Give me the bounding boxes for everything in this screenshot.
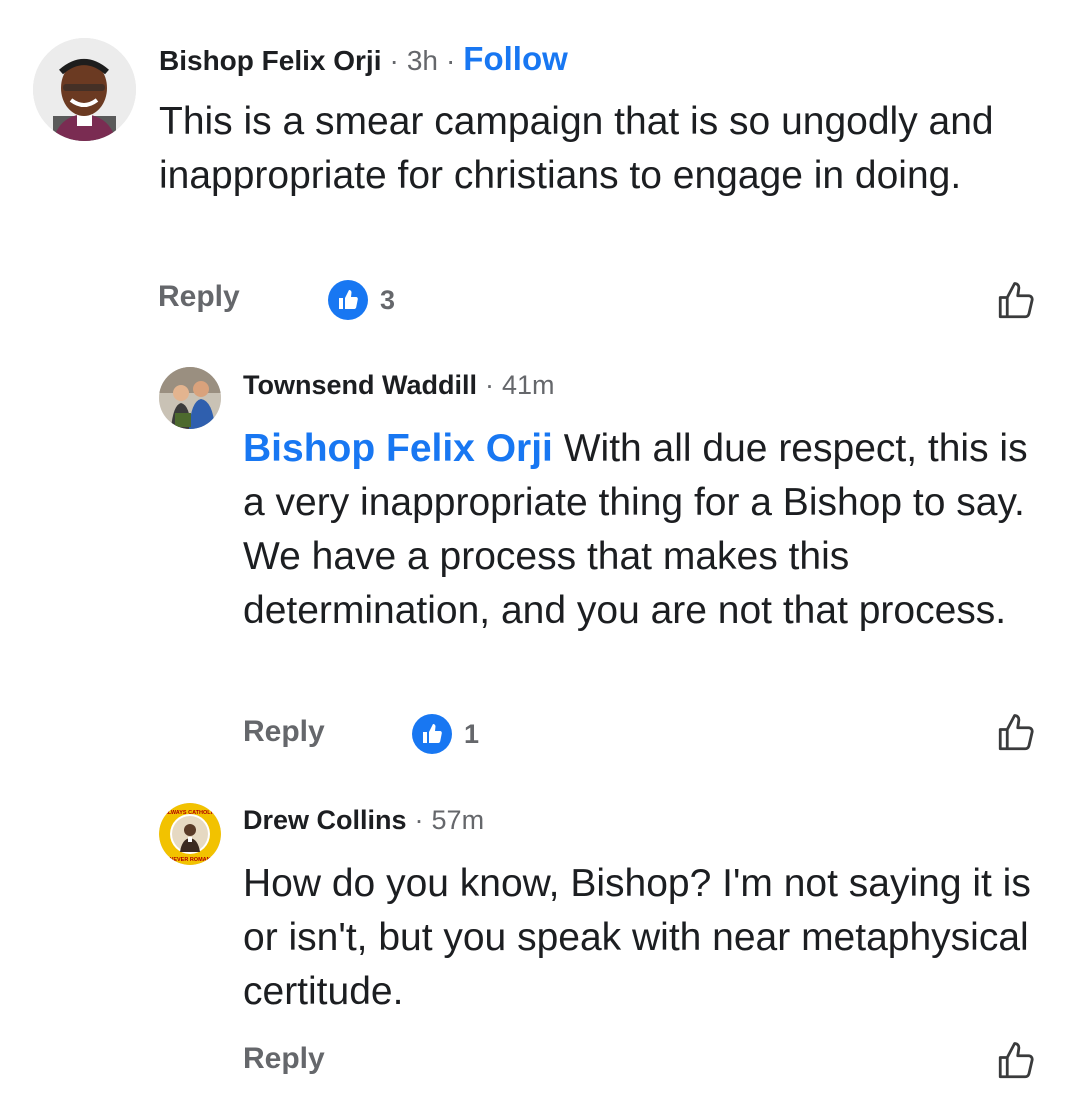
reply-button[interactable]: Reply [243,715,325,749]
reply-comment: ALWAYS CATHOLIC NEVER ROMAN Drew Collins… [0,795,1080,1095]
thumbs-up-outline-icon [998,714,1034,751]
like-button[interactable] [995,712,1037,754]
avatar[interactable] [33,38,136,141]
timestamp[interactable]: 41m [502,370,555,401]
like-count: 3 [380,284,396,315]
thumbs-up-outline-icon [998,282,1034,319]
like-button[interactable] [995,280,1037,322]
comment-text: This is a smear campaign that is so ungo… [159,100,994,197]
reply-button[interactable]: Reply [243,1042,325,1076]
avatar[interactable]: ALWAYS CATHOLIC NEVER ROMAN [159,803,221,865]
separator: · [389,45,399,76]
reaction-summary[interactable]: 1 [412,714,479,754]
author-name[interactable]: Bishop Felix Orji [159,45,381,77]
reply-header: Drew Collins · 57m [243,805,484,836]
like-count: 1 [464,718,480,749]
badge-text-bottom: NEVER ROMAN [169,857,210,863]
avatar[interactable] [159,367,221,429]
separator: · [414,805,424,835]
profile-photo-icon [33,38,136,141]
separator: · [484,370,494,400]
badge-text-top: ALWAYS CATHOLIC [164,810,216,816]
author-name[interactable]: Townsend Waddill [243,370,477,401]
comment-header: Bishop Felix Orji · 3h · Follow [159,40,568,80]
reply-text: How do you know, Bishop? I'm not saying … [243,862,1031,1013]
profile-photo-icon [159,367,221,429]
mention-link[interactable]: Bishop Felix Orji [243,427,553,470]
like-button[interactable] [995,1040,1037,1082]
author-name[interactable]: Drew Collins [243,805,407,836]
reaction-summary[interactable]: 3 [328,280,395,320]
thumbs-up-outline-icon [998,1042,1034,1079]
comment: Bishop Felix Orji · 3h · Follow This is … [0,0,1080,340]
timestamp[interactable]: 3h [407,45,438,77]
reply-text: Bishop Felix Orji With all due respect, … [243,422,1053,638]
follow-button[interactable]: Follow [463,40,567,78]
thumbs-up-icon [328,280,368,320]
reply-header: Townsend Waddill · 41m [243,370,555,401]
separator: · [445,45,456,76]
profile-badge-icon: ALWAYS CATHOLIC NEVER ROMAN [159,803,221,865]
reply-button[interactable]: Reply [158,280,240,314]
timestamp[interactable]: 57m [432,805,485,836]
reply-comment: Townsend Waddill · 41m Bishop Felix Orji… [0,360,1080,770]
thumbs-up-icon [412,714,452,754]
